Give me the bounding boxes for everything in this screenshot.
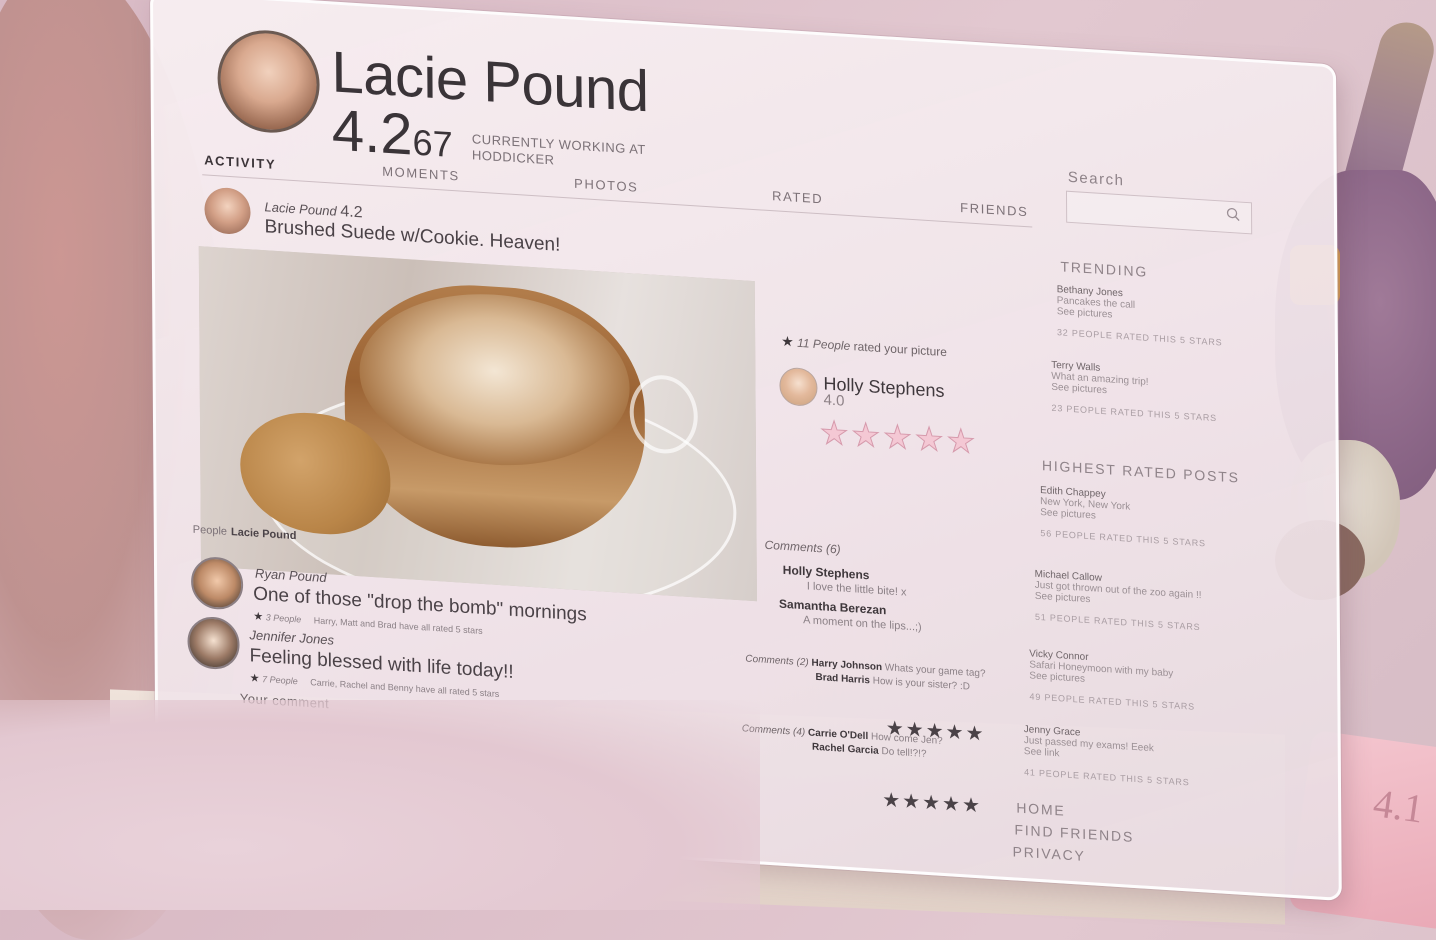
highest-rated: 56 PEOPLE RATED THIS 5 STARS	[1040, 528, 1206, 549]
trending-rated: 23 PEOPLE RATED THIS 5 STARS	[1051, 402, 1217, 424]
profile-score-main: 4.2	[331, 97, 413, 168]
card-number: 4.1	[1370, 780, 1427, 832]
trending-item[interactable]: Bethany Jones Pancakes the call See pict…	[1057, 284, 1257, 351]
trending-link[interactable]: See pictures	[1057, 306, 1113, 321]
highest-link[interactable]: See pictures	[1040, 507, 1096, 522]
highest-rated-item[interactable]: Jenny Grace Just passed my exams! Eeek S…	[1024, 724, 1224, 791]
comment-text: A moment on the lips...;)	[803, 614, 922, 634]
post-text: Brushed Suede w/Cookie. Heaven!	[264, 216, 561, 256]
rater-score: 4.0	[823, 391, 845, 410]
post-author-name: Lacie Pound	[264, 199, 337, 219]
search-input[interactable]	[1065, 190, 1253, 235]
photo-people-label: People	[192, 523, 228, 538]
feed-comments-label[interactable]: Comments (2)	[745, 653, 808, 668]
comment-author[interactable]: Harry Johnson	[811, 658, 882, 673]
star-icon: ★	[249, 672, 260, 685]
profile-score-decimals: 67	[412, 121, 453, 166]
trending-link[interactable]: See pictures	[1051, 382, 1107, 397]
comment-author[interactable]: Samantha Berezan	[779, 597, 886, 618]
star-icon: ★	[781, 332, 794, 350]
post-author-score: 4.2	[340, 202, 363, 222]
post-photo[interactable]	[198, 246, 757, 602]
highest-rated: 49 PEOPLE RATED THIS 5 STARS	[1029, 691, 1196, 712]
comment-text: I love the little bite! x	[806, 580, 907, 599]
feed-rating-count: 7 People	[262, 674, 298, 687]
foreground-blur	[0, 700, 760, 910]
comments-title[interactable]: Comments (6)	[765, 538, 841, 557]
nav-home[interactable]: HOME	[1016, 800, 1065, 819]
comment-text: Do tell!?!?	[881, 746, 927, 760]
tab-photos[interactable]: PHOTOS	[574, 176, 638, 195]
highest-link[interactable]: See link	[1024, 746, 1060, 759]
rater-avatar[interactable]	[779, 366, 818, 408]
profile-status: CURRENTLY WORKING AT HODDICKER	[471, 131, 646, 168]
feed-author: Ryan Pound	[254, 565, 327, 586]
post-author-avatar[interactable]	[204, 186, 251, 236]
profile-score: 4.267	[332, 96, 453, 171]
rated-count: ★ 11 People rated your picture	[781, 333, 947, 360]
comment-text: How come Jen?	[870, 731, 943, 747]
highest-link[interactable]: See pictures	[1035, 591, 1091, 606]
feed-avatar[interactable]	[187, 615, 240, 671]
comment-author[interactable]: Carrie O'Dell	[808, 727, 868, 742]
rater-stars: ★★★★★	[819, 414, 979, 461]
feed-comments-block: Comments (2) Harry Johnson Whats your ga…	[745, 652, 1005, 696]
search-label: Search	[1067, 168, 1125, 190]
feed-author: Jennifer Jones	[249, 627, 335, 648]
tab-rated[interactable]: RATED	[772, 188, 823, 206]
nav-privacy[interactable]: PRIVACY	[1013, 843, 1086, 864]
highest-rated: 51 PEOPLE RATED THIS 5 STARS	[1034, 611, 1201, 633]
tab-friends[interactable]: FRIENDS	[960, 200, 1028, 219]
rated-count-people: 11 People	[797, 335, 851, 354]
trending-item[interactable]: Terry Walls What an amazing trip! See pi…	[1051, 360, 1251, 427]
rated-count-suffix: rated your picture	[853, 339, 948, 360]
search-icon[interactable]	[1226, 207, 1240, 222]
highest-link[interactable]: See pictures	[1029, 670, 1085, 685]
comment-author[interactable]: Holly Stephens	[783, 563, 870, 582]
highest-rated: 41 PEOPLE RATED THIS 5 STARS	[1024, 767, 1190, 788]
highest-rated-heading: HIGHEST RATED POSTS	[1041, 457, 1240, 486]
trending-heading: TRENDING	[1060, 258, 1149, 280]
feed-rating-stars[interactable]: ★★★★★	[882, 787, 982, 818]
highest-rated-item[interactable]: Michael Callow Just got thrown out of th…	[1035, 569, 1235, 636]
feed-rating-count: 3 People	[265, 612, 302, 625]
profile-avatar[interactable]	[217, 27, 320, 136]
highest-rated-item[interactable]: Edith Chappey New York, New York See pic…	[1040, 485, 1240, 552]
star-icon: ★	[253, 610, 264, 624]
nav-find-friends[interactable]: FIND FRIENDS	[1014, 821, 1134, 845]
highest-rated-item[interactable]: Vicky Connor Safari Honeymoon with my ba…	[1029, 648, 1229, 715]
trending-rated: 32 PEOPLE RATED THIS 5 STARS	[1056, 327, 1223, 348]
tab-activity[interactable]: ACTIVITY	[204, 152, 276, 172]
comment-text: How is your sister? :D	[872, 675, 971, 693]
